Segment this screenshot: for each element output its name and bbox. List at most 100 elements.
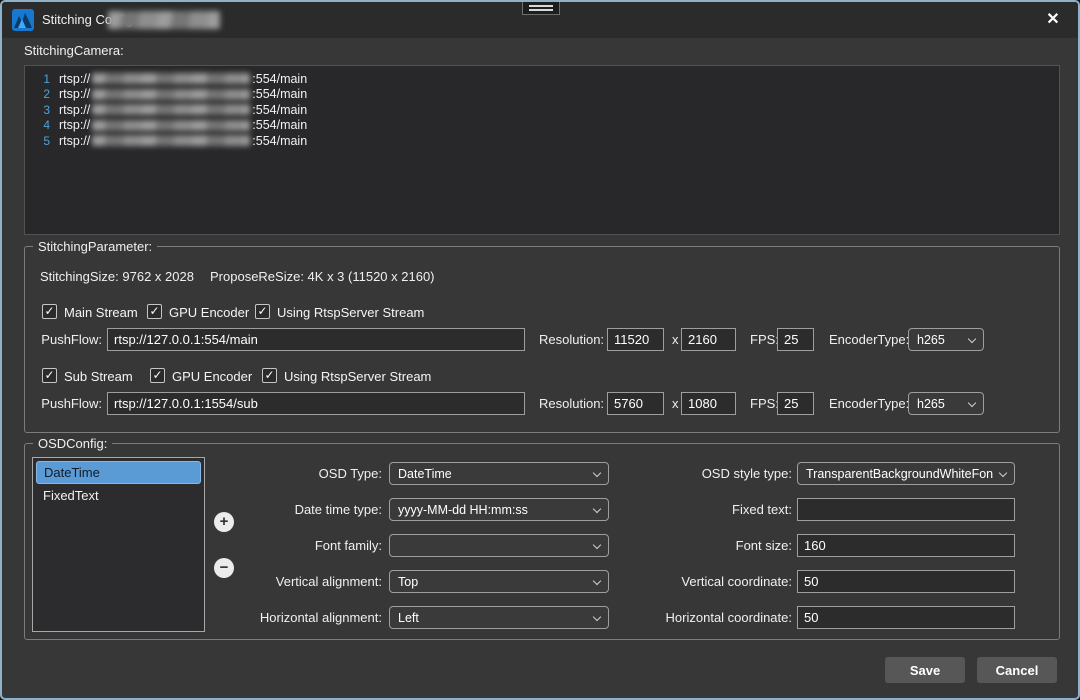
remove-osd-button[interactable]: − [214, 558, 234, 578]
stitching-size-value: StitchingSize: 9762 x 2028 [40, 269, 194, 284]
main-gpu-encoder-checkbox[interactable]: ✓ [147, 304, 162, 319]
sub-resolution-height-input[interactable] [681, 392, 736, 415]
check-icon: ✓ [264, 368, 274, 382]
camera-url-row[interactable]: 4rtsp://:554/main [25, 118, 1059, 134]
line-number: 1 [25, 72, 59, 86]
app-logo-icon [12, 9, 34, 31]
font-size-input[interactable] [797, 534, 1015, 557]
main-resolution-x-separator: x [672, 332, 679, 347]
camera-url-list[interactable]: 1rtsp://:554/main 2rtsp://:554/main 3rts… [24, 65, 1060, 235]
plus-icon: + [220, 513, 229, 530]
save-button[interactable]: Save [885, 657, 965, 683]
main-resolution-width-input[interactable] [607, 328, 664, 351]
window-grip [522, 2, 560, 15]
minus-icon: − [220, 559, 229, 576]
osd-style-type-select[interactable]: TransparentBackgroundWhiteFon [797, 462, 1015, 485]
sub-resolution-x-separator: x [672, 396, 679, 411]
main-stream-label: Main Stream [64, 305, 138, 320]
sub-rtspserver-label: Using RtspServer Stream [284, 369, 431, 384]
camera-url-row[interactable]: 2rtsp:// :554/main [25, 87, 1059, 103]
camera-url-row[interactable]: 3rtsp:// :554/main [25, 102, 1059, 118]
sub-pushflow-input[interactable] [107, 392, 525, 415]
sub-rtspserver-checkbox[interactable]: ✓ [262, 368, 277, 383]
url-prefix: rtsp:// [59, 103, 90, 117]
osd-item-list[interactable]: DateTime FixedText [32, 457, 205, 632]
chevron-down-icon [593, 469, 601, 477]
stitching-parameter-label: StitchingParameter: [33, 239, 157, 254]
line-number: 2 [25, 87, 59, 101]
check-icon: ✓ [257, 304, 267, 318]
check-icon: ✓ [152, 368, 162, 382]
horizontal-alignment-label: Horizontal alignment: [242, 610, 382, 625]
sub-pushflow-label: PushFlow: [40, 396, 102, 411]
add-osd-button[interactable]: + [214, 512, 234, 532]
sub-fps-input[interactable] [777, 392, 814, 415]
chevron-down-icon [593, 541, 601, 549]
url-suffix: :554/main [252, 103, 307, 117]
osd-type-value: DateTime [398, 467, 452, 481]
osd-list-item-datetime[interactable]: DateTime [36, 461, 201, 484]
main-gpu-encoder-label: GPU Encoder [169, 305, 249, 320]
vertical-alignment-label: Vertical alignment: [242, 574, 382, 589]
font-family-select[interactable] [389, 534, 609, 557]
main-rtspserver-checkbox[interactable]: ✓ [255, 304, 270, 319]
fixed-text-input[interactable] [797, 498, 1015, 521]
camera-url-row[interactable]: 5rtsp://:554/main [25, 133, 1059, 149]
vertical-coordinate-input[interactable] [797, 570, 1015, 593]
redacted-title-text [108, 11, 220, 29]
cancel-button[interactable]: Cancel [977, 657, 1057, 683]
chevron-down-icon [593, 505, 601, 513]
osd-list-item-fixedtext[interactable]: FixedText [36, 484, 201, 507]
sub-stream-label: Sub Stream [64, 369, 133, 384]
sub-gpu-encoder-checkbox[interactable]: ✓ [150, 368, 165, 383]
line-number: 5 [25, 134, 59, 148]
chevron-down-icon [593, 577, 601, 585]
sub-encoder-label: EncoderType: [829, 396, 909, 411]
fixed-text-label: Fixed text: [634, 502, 792, 517]
main-encoder-label: EncoderType: [829, 332, 909, 347]
font-family-label: Font family: [242, 538, 382, 553]
main-fps-input[interactable] [777, 328, 814, 351]
main-resolution-label: Resolution: [539, 332, 604, 347]
url-prefix: rtsp:// [59, 72, 90, 86]
url-suffix: :554/main [252, 87, 307, 101]
camera-url-row[interactable]: 1rtsp:// :554/main [25, 71, 1059, 87]
main-encoder-select[interactable]: h265 [908, 328, 984, 351]
check-icon: ✓ [44, 368, 54, 382]
redacted-host [92, 120, 250, 131]
date-time-type-select[interactable]: yyyy-MM-dd HH:mm:ss [389, 498, 609, 521]
vertical-alignment-select[interactable]: Top [389, 570, 609, 593]
horizontal-coordinate-input[interactable] [797, 606, 1015, 629]
font-size-label: Font size: [634, 538, 792, 553]
osd-type-select[interactable]: DateTime [389, 462, 609, 485]
sub-stream-checkbox[interactable]: ✓ [42, 368, 57, 383]
redacted-host [92, 73, 250, 84]
horizontal-alignment-value: Left [398, 611, 419, 625]
redacted-host [92, 104, 250, 115]
osd-config-label: OSDConfig: [33, 436, 112, 451]
redacted-host [92, 89, 250, 100]
osd-style-type-label: OSD style type: [634, 466, 792, 481]
chevron-down-icon [999, 469, 1007, 477]
sub-encoder-select[interactable]: h265 [908, 392, 984, 415]
osd-style-type-value: TransparentBackgroundWhiteFon [806, 467, 993, 481]
url-suffix: :554/main [252, 134, 307, 148]
check-icon: ✓ [44, 304, 54, 318]
date-time-type-label: Date time type: [242, 502, 382, 517]
main-pushflow-input[interactable] [107, 328, 525, 351]
line-number: 3 [25, 103, 59, 117]
date-time-type-value: yyyy-MM-dd HH:mm:ss [398, 503, 528, 517]
close-icon[interactable]: ✕ [1040, 8, 1066, 32]
propose-resize-value: ProposeReSize: 4K x 3 (11520 x 2160) [210, 269, 435, 284]
sub-gpu-encoder-label: GPU Encoder [172, 369, 252, 384]
horizontal-alignment-select[interactable]: Left [389, 606, 609, 629]
main-resolution-height-input[interactable] [681, 328, 736, 351]
vertical-coordinate-label: Vertical coordinate: [634, 574, 792, 589]
main-rtspserver-label: Using RtspServer Stream [277, 305, 424, 320]
url-prefix: rtsp:// [59, 87, 90, 101]
check-icon: ✓ [149, 304, 159, 318]
osd-type-label: OSD Type: [242, 466, 382, 481]
url-suffix: :554/main [252, 72, 307, 86]
main-stream-checkbox[interactable]: ✓ [42, 304, 57, 319]
sub-resolution-width-input[interactable] [607, 392, 664, 415]
